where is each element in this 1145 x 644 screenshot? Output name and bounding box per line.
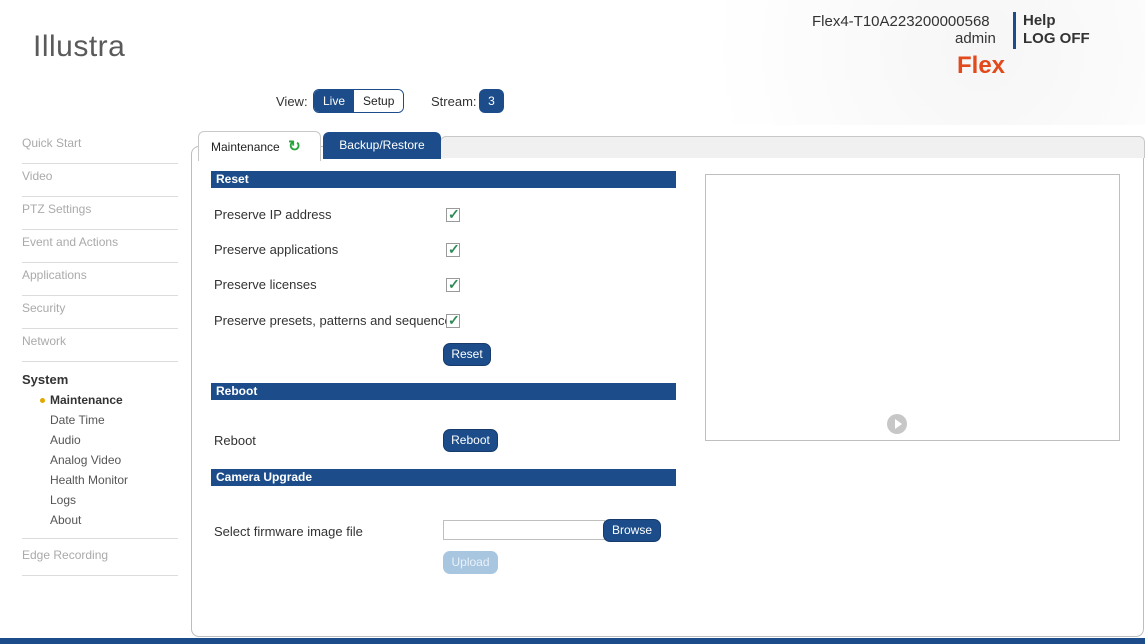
sidebar-item-quick-start[interactable]: Quick Start bbox=[22, 131, 178, 164]
view-label: View: bbox=[276, 94, 308, 109]
refresh-icon[interactable]: ↻ bbox=[288, 132, 301, 162]
play-icon[interactable] bbox=[887, 414, 907, 434]
illustra-logo: Illustra bbox=[33, 30, 126, 63]
view-live-button[interactable]: Live bbox=[314, 90, 355, 112]
sidebar-subitem-maintenance[interactable]: Maintenance bbox=[22, 390, 178, 410]
username: admin bbox=[955, 30, 996, 47]
tab-bar bbox=[440, 136, 1145, 158]
preserve-presets-checkbox[interactable] bbox=[446, 312, 460, 329]
reboot-button[interactable]: Reboot bbox=[443, 429, 498, 452]
section-header-reset: Reset bbox=[211, 171, 676, 188]
camera-id: Flex4-T10A223200000568 bbox=[812, 13, 990, 30]
reset-button[interactable]: Reset bbox=[443, 343, 491, 366]
preserve-ip-label: Preserve IP address bbox=[214, 207, 332, 222]
tab-maintenance-label: Maintenance bbox=[211, 140, 280, 154]
sidebar-item-ptz-settings[interactable]: PTZ Settings bbox=[22, 197, 178, 230]
sidebar-item-applications[interactable]: Applications bbox=[22, 263, 178, 296]
sidebar-subitem-about[interactable]: About bbox=[22, 510, 178, 530]
section-header-reboot: Reboot bbox=[211, 383, 676, 400]
sidebar-nav: Quick Start Video PTZ Settings Event and… bbox=[22, 131, 178, 576]
preserve-applications-label: Preserve applications bbox=[214, 242, 339, 257]
tab-backup-restore[interactable]: Backup/Restore bbox=[323, 132, 441, 159]
sidebar-item-network[interactable]: Network bbox=[22, 329, 178, 362]
preserve-licenses-label: Preserve licenses bbox=[214, 277, 317, 292]
sidebar-item-security[interactable]: Security bbox=[22, 296, 178, 329]
active-indicator-icon bbox=[40, 398, 45, 404]
sidebar-subitem-logs[interactable]: Logs bbox=[22, 490, 178, 510]
live-video-preview[interactable] bbox=[705, 174, 1120, 441]
flex-brand-logo: Flex bbox=[957, 52, 1006, 79]
reboot-label: Reboot bbox=[214, 433, 256, 448]
preserve-applications-checkbox[interactable] bbox=[446, 241, 460, 258]
browse-button[interactable]: Browse bbox=[603, 519, 661, 542]
sidebar-item-video[interactable]: Video bbox=[22, 164, 178, 197]
upload-button[interactable]: Upload bbox=[443, 551, 498, 574]
sidebar-subitem-date-time[interactable]: Date Time bbox=[22, 410, 178, 430]
section-header-camera-upgrade: Camera Upgrade bbox=[211, 469, 676, 486]
logoff-link[interactable]: LOG OFF bbox=[1023, 30, 1090, 47]
sidebar-item-edge-recording[interactable]: Edge Recording bbox=[22, 543, 178, 576]
sidebar-subitem-label: Maintenance bbox=[50, 393, 123, 407]
stream-label: Stream: bbox=[431, 94, 477, 109]
firmware-file-label: Select firmware image file bbox=[214, 524, 363, 539]
stream-selector[interactable]: 3 bbox=[479, 89, 504, 113]
footer-strip bbox=[0, 638, 1145, 644]
preserve-licenses-checkbox[interactable] bbox=[446, 276, 460, 293]
header-divider bbox=[1013, 12, 1016, 49]
preserve-presets-label: Preserve presets, patterns and sequences bbox=[214, 313, 459, 328]
tab-maintenance[interactable]: Maintenance ↻ bbox=[198, 131, 321, 161]
sidebar-group-system: System Maintenance Date Time Audio Analo… bbox=[22, 372, 178, 539]
help-link[interactable]: Help bbox=[1023, 12, 1056, 29]
preserve-ip-checkbox[interactable] bbox=[446, 206, 460, 223]
sidebar-subitem-analog-video[interactable]: Analog Video bbox=[22, 450, 178, 470]
sidebar-subitem-audio[interactable]: Audio bbox=[22, 430, 178, 450]
sidebar-item-system[interactable]: System bbox=[22, 372, 178, 387]
view-setup-button[interactable]: Setup bbox=[354, 90, 404, 112]
view-toggle: Live Setup bbox=[313, 89, 405, 113]
firmware-file-input[interactable] bbox=[443, 520, 605, 540]
sidebar-subitem-health-monitor[interactable]: Health Monitor bbox=[22, 470, 178, 490]
sidebar-item-event-and-actions[interactable]: Event and Actions bbox=[22, 230, 178, 263]
